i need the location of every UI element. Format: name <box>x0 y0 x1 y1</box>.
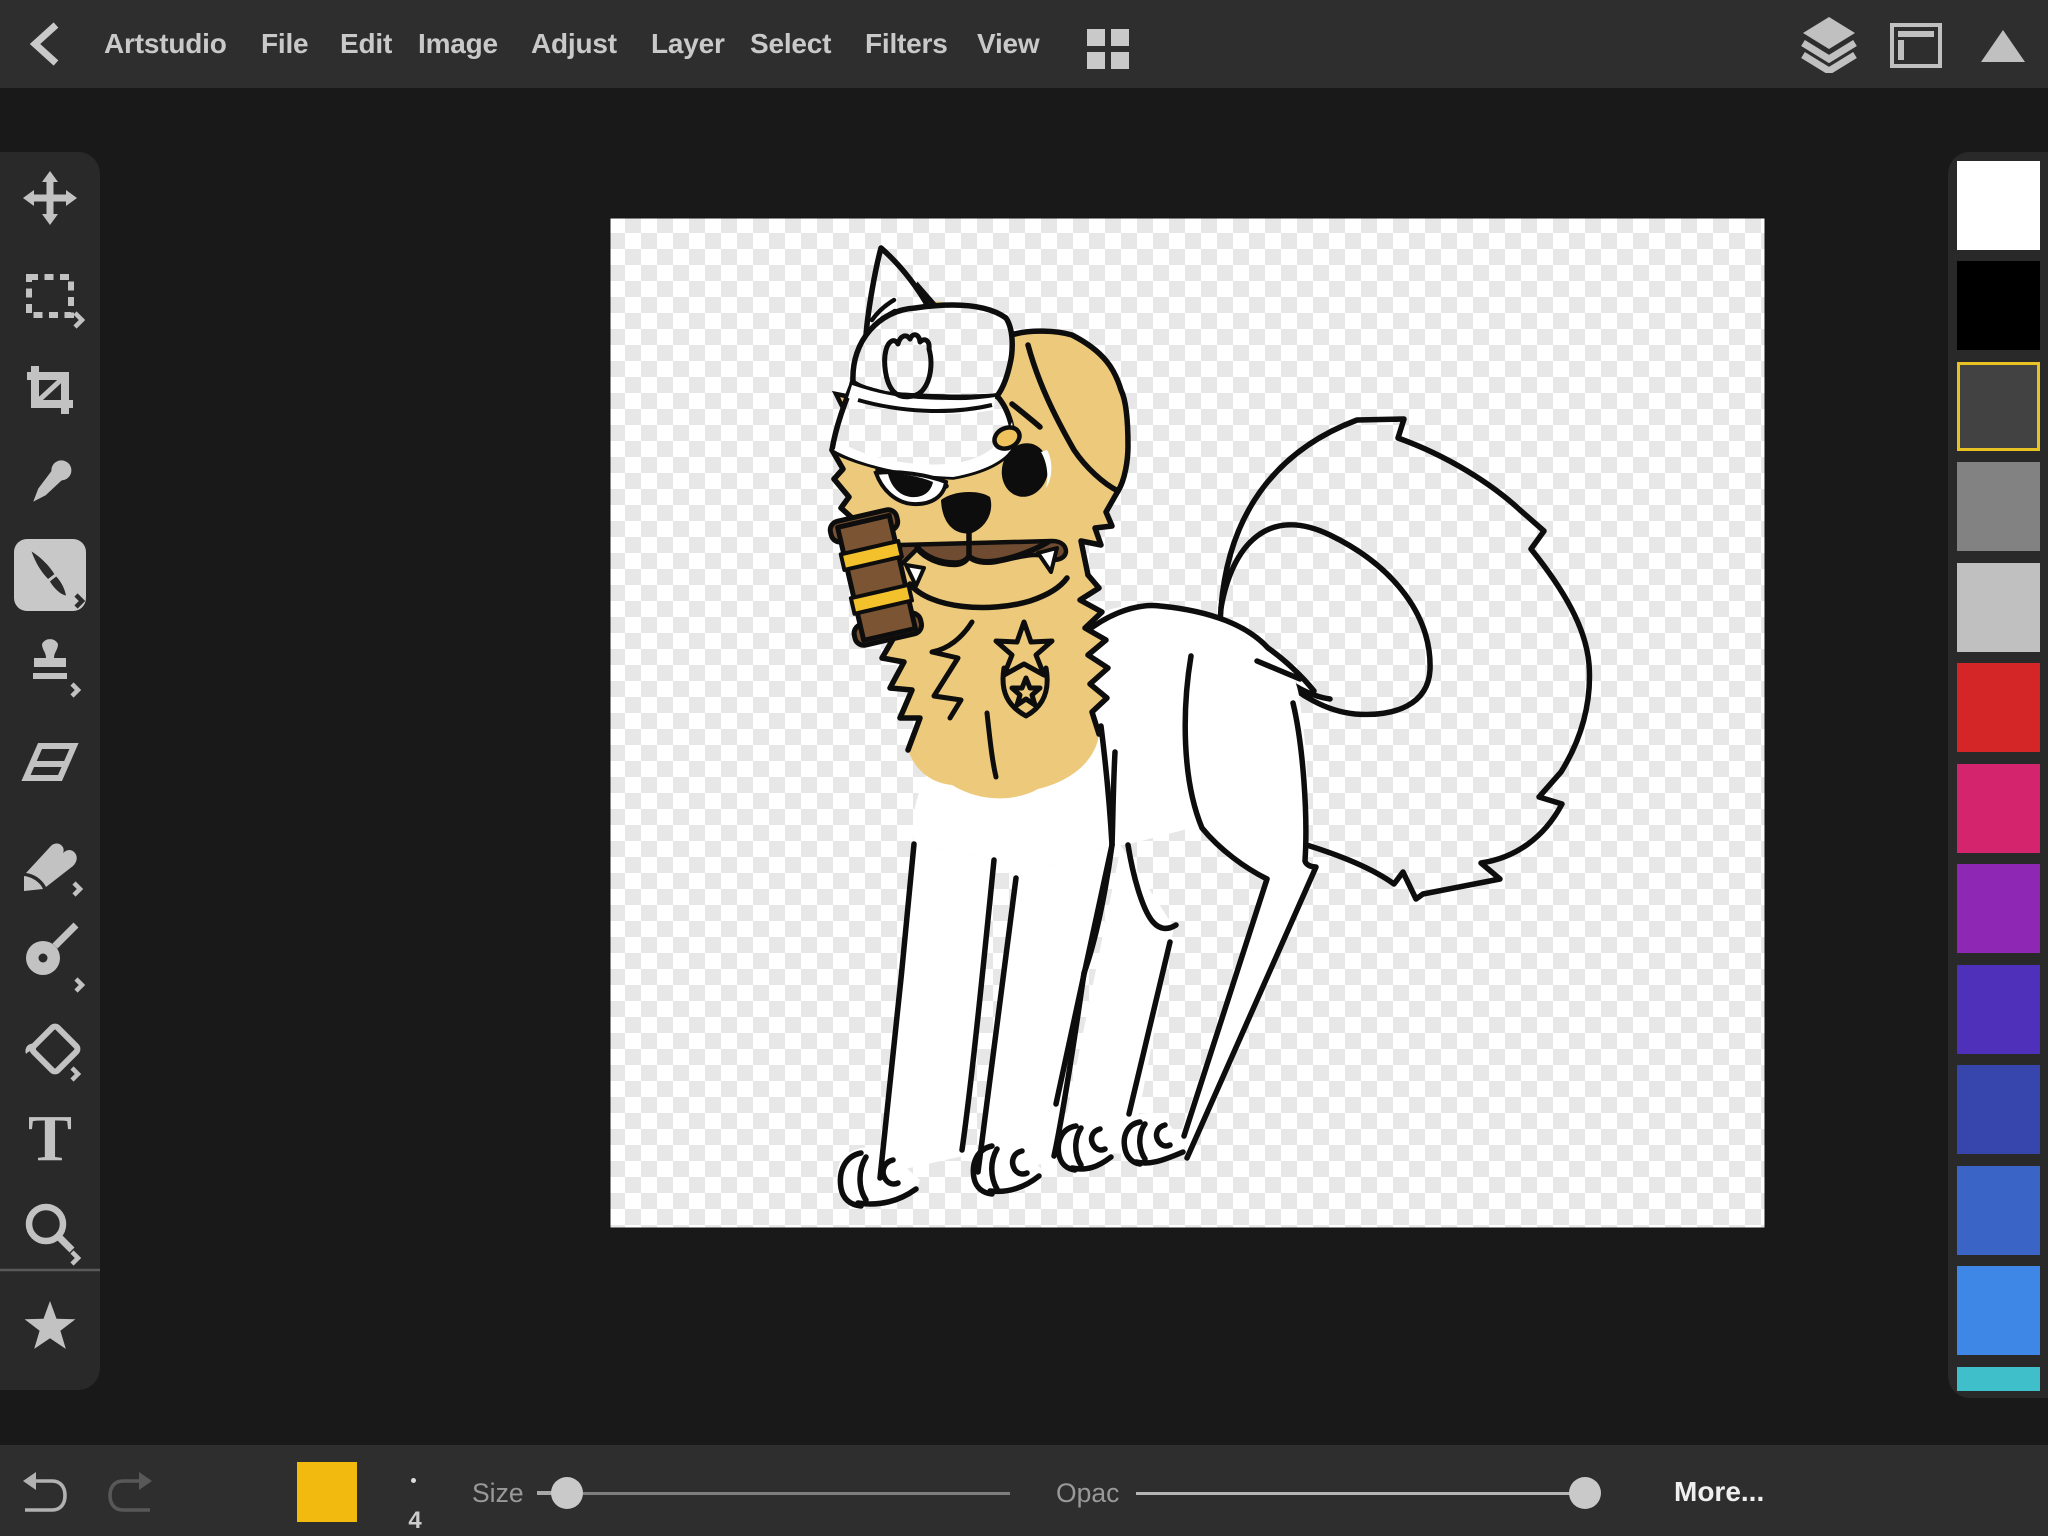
svg-text:T: T <box>28 1102 72 1175</box>
